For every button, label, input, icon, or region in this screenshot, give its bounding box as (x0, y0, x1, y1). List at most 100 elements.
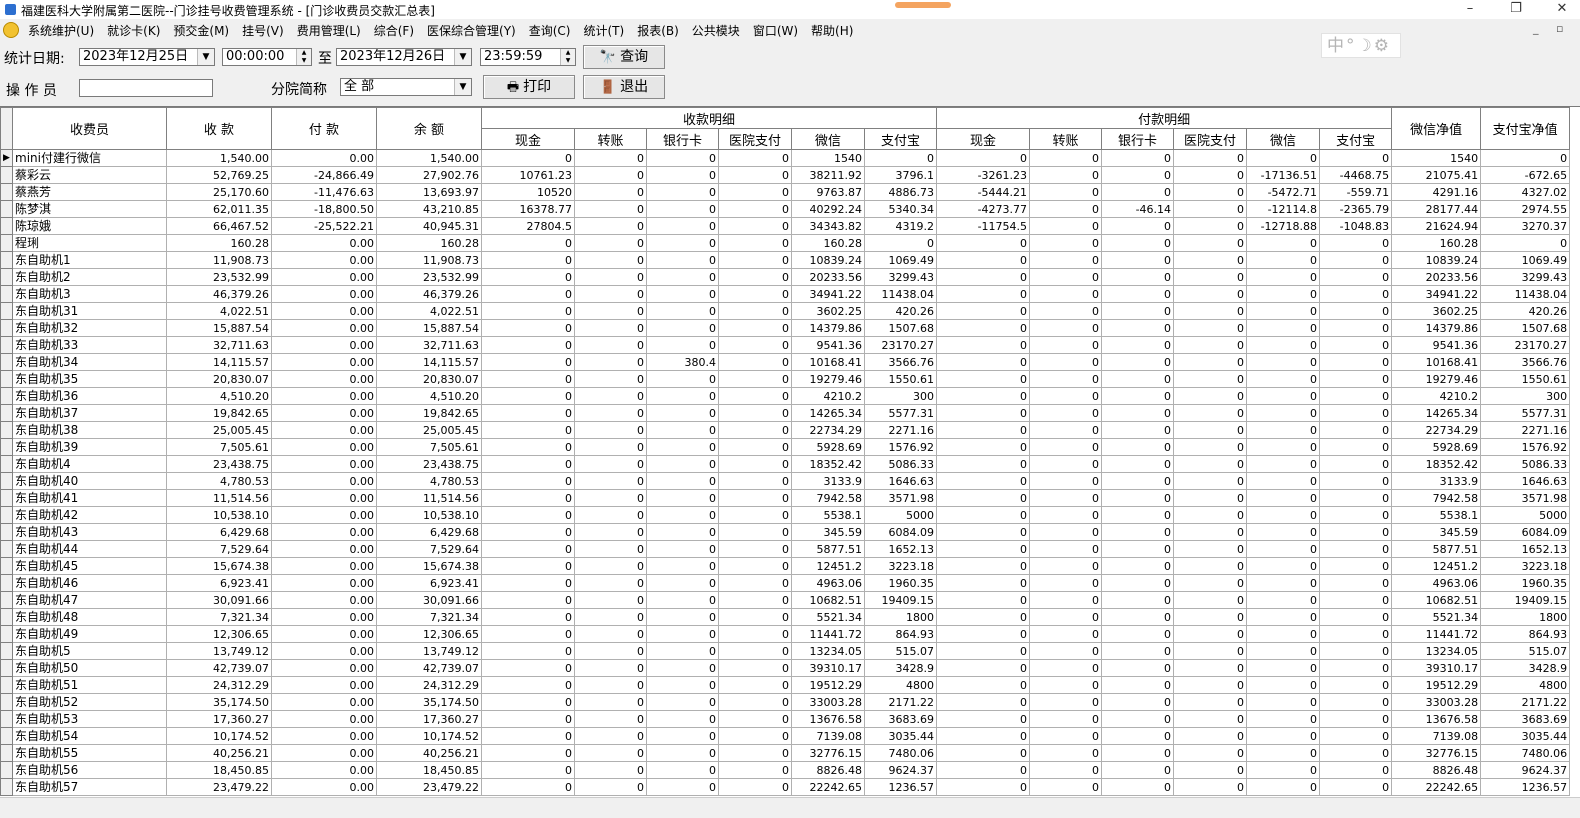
row-indicator[interactable] (0, 778, 13, 796)
amount-cell[interactable]: 0 (646, 370, 719, 388)
amount-cell[interactable]: 0 (936, 472, 1031, 490)
amount-cell[interactable]: 22734.29 (791, 421, 865, 439)
amount-cell[interactable]: 0 (481, 489, 575, 507)
amount-cell[interactable]: 0 (481, 421, 575, 439)
amount-cell[interactable]: 0 (1101, 506, 1175, 524)
amount-cell[interactable]: 0.00 (271, 574, 377, 592)
amount-cell[interactable]: 18352.42 (791, 455, 865, 473)
amount-cell[interactable]: 4,022.51 (376, 302, 482, 320)
col-header-balance[interactable]: 余 额 (376, 107, 482, 150)
amount-cell[interactable]: 0 (1029, 642, 1103, 660)
amount-cell[interactable]: 0 (574, 540, 647, 558)
row-indicator[interactable] (0, 268, 13, 286)
amount-cell[interactable]: 10839.24 (1391, 251, 1482, 269)
amount-cell[interactable]: 4963.06 (791, 574, 865, 592)
mdi-minimize-button[interactable]: _ (1533, 22, 1539, 35)
cashier-name-cell[interactable]: 东自助机42 (12, 506, 167, 524)
amount-cell[interactable]: 0 (718, 710, 792, 728)
row-indicator[interactable] (0, 574, 13, 592)
amount-cell[interactable]: 11438.04 (1480, 285, 1571, 303)
amount-cell[interactable]: 0 (1029, 591, 1103, 609)
table-row[interactable]: 东自助机53 17,360.27 0.00 17,360.27 0 0 0 0 13676.58… (0, 710, 1571, 728)
amount-cell[interactable]: 25,005.45 (376, 421, 482, 439)
amount-cell[interactable]: 0 (646, 166, 719, 184)
amount-cell[interactable]: 3299.43 (1480, 268, 1571, 286)
amount-cell[interactable]: 13234.05 (1391, 642, 1482, 660)
amount-cell[interactable]: 0 (1101, 608, 1175, 626)
amount-cell[interactable]: 0 (574, 523, 647, 541)
amount-cell[interactable]: 0 (1319, 506, 1393, 524)
amount-cell[interactable]: 4210.2 (1391, 387, 1482, 405)
amount-cell[interactable]: 515.07 (863, 642, 938, 660)
amount-cell[interactable]: 24,312.29 (166, 676, 272, 694)
amount-cell[interactable]: 0 (1029, 302, 1103, 320)
amount-cell[interactable]: 0 (1101, 387, 1175, 405)
table-row[interactable]: 东自助机57 23,479.22 0.00 23,479.22 0 0 0 0 22242.65… (0, 778, 1571, 796)
amount-cell[interactable]: 14,115.57 (376, 353, 482, 371)
amount-cell[interactable]: 2271.16 (1480, 421, 1571, 439)
amount-cell[interactable]: 1069.49 (1480, 251, 1571, 269)
amount-cell[interactable]: 11438.04 (863, 285, 938, 303)
amount-cell[interactable]: 0 (1173, 625, 1248, 643)
cashier-name-cell[interactable]: 东自助机56 (12, 761, 167, 779)
amount-cell[interactable]: 17,360.27 (376, 710, 482, 728)
amount-cell[interactable]: 19512.29 (791, 676, 865, 694)
amount-cell[interactable]: 0 (1029, 285, 1103, 303)
amount-cell[interactable]: 0 (1029, 778, 1103, 796)
amount-cell[interactable]: 0 (1173, 234, 1248, 252)
amount-cell[interactable]: 0 (936, 506, 1031, 524)
amount-cell[interactable]: 30,091.66 (376, 591, 482, 609)
amount-cell[interactable]: 0 (481, 251, 575, 269)
amount-cell[interactable]: 5877.51 (791, 540, 865, 558)
amount-cell[interactable]: 0.00 (271, 438, 377, 456)
amount-cell[interactable]: 0 (574, 744, 647, 762)
amount-cell[interactable]: 0 (1246, 591, 1321, 609)
amount-cell[interactable]: 32776.15 (791, 744, 865, 762)
amount-cell[interactable]: 0 (1101, 251, 1175, 269)
amount-cell[interactable]: 0 (1319, 625, 1393, 643)
amount-cell[interactable]: 12451.2 (1391, 557, 1482, 575)
amount-cell[interactable]: 4210.2 (791, 387, 865, 405)
amount-cell[interactable]: 0 (481, 302, 575, 320)
amount-cell[interactable]: 0 (574, 370, 647, 388)
cashier-name-cell[interactable]: 东自助机33 (12, 336, 167, 354)
amount-cell[interactable]: 0 (1246, 727, 1321, 745)
amount-cell[interactable]: 0 (574, 455, 647, 473)
amount-cell[interactable]: 0 (481, 523, 575, 541)
amount-cell[interactable]: 12451.2 (791, 557, 865, 575)
table-row[interactable]: 东自助机33 32,711.63 0.00 32,711.63 0 0 0 0 9541.36 2… (0, 336, 1571, 354)
amount-cell[interactable]: 0 (574, 659, 647, 677)
col-header-payment-5[interactable]: 支付宝 (1319, 128, 1393, 150)
cashier-name-cell[interactable]: 东自助机48 (12, 608, 167, 626)
amount-cell[interactable]: 0.00 (271, 149, 377, 167)
amount-cell[interactable]: 0 (936, 370, 1031, 388)
amount-cell[interactable]: 0 (1319, 404, 1393, 422)
amount-cell[interactable]: 160.28 (1391, 234, 1482, 252)
amount-cell[interactable]: 0 (718, 676, 792, 694)
amount-cell[interactable]: 15,674.38 (376, 557, 482, 575)
amount-cell[interactable]: 0 (718, 540, 792, 558)
amount-cell[interactable]: 0 (718, 744, 792, 762)
amount-cell[interactable]: 23,438.75 (376, 455, 482, 473)
amount-cell[interactable]: 0 (936, 438, 1031, 456)
amount-cell[interactable]: 0 (1246, 353, 1321, 371)
amount-cell[interactable]: 15,674.38 (166, 557, 272, 575)
amount-cell[interactable]: 7942.58 (791, 489, 865, 507)
amount-cell[interactable]: 160.28 (166, 234, 272, 252)
table-row[interactable]: 东自助机2 23,532.99 0.00 23,532.99 0 0 0 0 20233.56 3… (0, 268, 1571, 286)
amount-cell[interactable]: 0 (1173, 693, 1248, 711)
amount-cell[interactable]: 4319.2 (863, 217, 938, 235)
amount-cell[interactable]: 0 (936, 149, 1031, 167)
amount-cell[interactable]: 0 (646, 591, 719, 609)
row-indicator[interactable] (0, 693, 13, 711)
amount-cell[interactable]: 0 (1246, 438, 1321, 456)
col-header-received[interactable]: 收 款 (166, 107, 272, 150)
amount-cell[interactable]: 0 (936, 285, 1031, 303)
table-row[interactable]: 东自助机38 25,005.45 0.00 25,005.45 0 0 0 0 22734.29… (0, 421, 1571, 439)
amount-cell[interactable]: 0 (1246, 404, 1321, 422)
amount-cell[interactable]: 0 (646, 438, 719, 456)
amount-cell[interactable]: 66,467.52 (166, 217, 272, 235)
amount-cell[interactable]: 0 (1246, 642, 1321, 660)
amount-cell[interactable]: -5444.21 (936, 183, 1031, 201)
amount-cell[interactable]: 0 (646, 319, 719, 337)
